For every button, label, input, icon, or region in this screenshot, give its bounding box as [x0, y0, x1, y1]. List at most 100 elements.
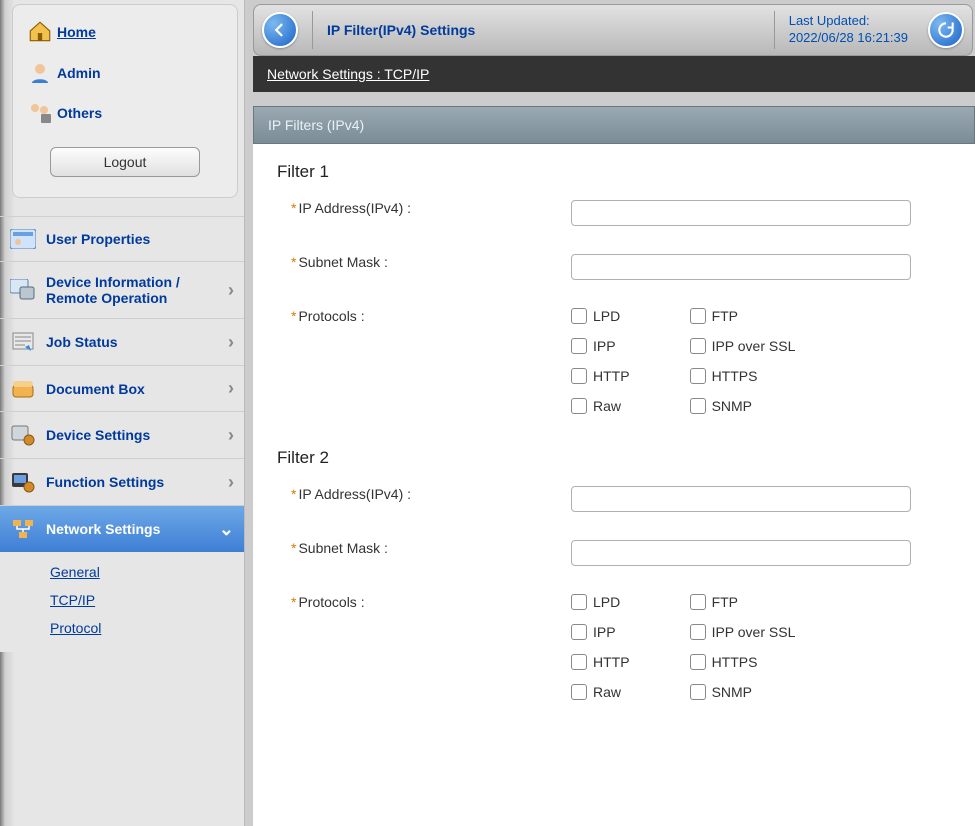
filter1-proto-snmp[interactable]: SNMP — [690, 398, 796, 414]
checkbox-icon — [571, 338, 587, 354]
function-gear-icon — [8, 471, 38, 493]
checkbox-icon — [571, 684, 587, 700]
document-box-icon — [8, 379, 38, 399]
checkbox-icon — [571, 368, 587, 384]
chevron-right-icon: › — [228, 378, 234, 399]
ip-label: *IP Address(IPv4) : — [291, 200, 571, 216]
filter-1-block: Filter 1 *IP Address(IPv4) : *Subnet Mas… — [277, 162, 951, 414]
last-updated-value: 2022/06/28 16:21:39 — [789, 30, 908, 45]
checkbox-icon — [690, 338, 706, 354]
device-gear-icon — [8, 424, 38, 446]
home-link[interactable]: Home — [57, 24, 96, 40]
nav-device-settings[interactable]: Device Settings › — [0, 411, 244, 458]
filter1-mask-input[interactable] — [571, 254, 911, 280]
home-icon — [23, 19, 57, 45]
filter2-proto-ipp[interactable]: IPP — [571, 624, 630, 640]
filter1-proto-ippssl[interactable]: IPP over SSL — [690, 338, 796, 354]
protocols-label: *Protocols : — [291, 594, 571, 610]
filter1-proto-https[interactable]: HTTPS — [690, 368, 796, 384]
nav-label: Document Box — [46, 381, 145, 397]
checkbox-icon — [690, 398, 706, 414]
filter2-proto-lpd[interactable]: LPD — [571, 594, 630, 610]
mask-label: *Subnet Mask : — [291, 254, 571, 270]
sidebar-others-row[interactable]: Others — [19, 93, 231, 133]
filter1-proto-lpd[interactable]: LPD — [571, 308, 630, 324]
nav-device-information[interactable]: Device Information / Remote Operation › — [0, 261, 244, 318]
main-area: IP Filter(IPv4) Settings Last Updated: 2… — [245, 0, 975, 826]
filter2-proto-snmp[interactable]: SNMP — [690, 684, 796, 700]
chevron-right-icon: › — [228, 280, 234, 301]
checkbox-icon — [690, 308, 706, 324]
sidebar: Home Admin Others Logout User Properties — [0, 0, 245, 826]
subnav-tcpip[interactable]: TCP/IP — [50, 586, 244, 614]
filter-1-title: Filter 1 — [277, 162, 951, 182]
checkbox-icon — [690, 594, 706, 610]
checkbox-icon — [690, 624, 706, 640]
refresh-button[interactable] — [928, 12, 964, 48]
filter2-proto-ftp[interactable]: FTP — [690, 594, 796, 610]
checkbox-icon — [571, 308, 587, 324]
filter2-proto-https[interactable]: HTTPS — [690, 654, 796, 670]
nav-label: User Properties — [46, 231, 150, 247]
breadcrumb-link[interactable]: Network Settings : TCP/IP — [267, 66, 429, 82]
chevron-down-icon: ⌄ — [219, 519, 234, 540]
logout-button[interactable]: Logout — [50, 147, 200, 177]
nav-function-settings[interactable]: Function Settings › — [0, 458, 244, 505]
panel-title: IP Filters (IPv4) — [253, 106, 975, 144]
checkbox-icon — [690, 654, 706, 670]
nav-label: Device Settings — [46, 427, 150, 443]
divider — [774, 11, 775, 49]
form-area: Filter 1 *IP Address(IPv4) : *Subnet Mas… — [253, 144, 975, 826]
filter1-ip-input[interactable] — [571, 200, 911, 226]
page-title: IP Filter(IPv4) Settings — [327, 22, 475, 38]
back-button[interactable] — [262, 12, 298, 48]
last-updated-label: Last Updated: — [789, 13, 870, 28]
sidebar-home-row[interactable]: Home — [19, 11, 231, 53]
device-info-icon — [8, 279, 38, 301]
protocols-label: *Protocols : — [291, 308, 571, 324]
subnav-protocol[interactable]: Protocol — [50, 614, 244, 642]
chevron-right-icon: › — [228, 425, 234, 446]
network-icon — [8, 518, 38, 540]
top-bar: IP Filter(IPv4) Settings Last Updated: 2… — [253, 4, 973, 56]
filter1-proto-http[interactable]: HTTP — [571, 368, 630, 384]
checkbox-icon — [571, 654, 587, 670]
nav-job-status[interactable]: Job Status › — [0, 318, 244, 365]
filter2-proto-ippssl[interactable]: IPP over SSL — [690, 624, 796, 640]
others-label: Others — [57, 105, 102, 121]
filter-2-block: Filter 2 *IP Address(IPv4) : *Subnet Mas… — [277, 448, 951, 700]
divider — [312, 11, 313, 49]
mask-label: *Subnet Mask : — [291, 540, 571, 556]
nav-user-properties[interactable]: User Properties — [0, 216, 244, 261]
checkbox-icon — [571, 594, 587, 610]
checkbox-icon — [690, 368, 706, 384]
filter2-mask-input[interactable] — [571, 540, 911, 566]
network-subnav: General TCP/IP Protocol — [0, 552, 244, 652]
filter2-proto-raw[interactable]: Raw — [571, 684, 630, 700]
filter1-proto-ftp[interactable]: FTP — [690, 308, 796, 324]
ip-label: *IP Address(IPv4) : — [291, 486, 571, 502]
nav-network-settings[interactable]: Network Settings ⌄ — [0, 505, 244, 552]
chevron-right-icon: › — [228, 332, 234, 353]
sidebar-nav: User Properties Device Information / Rem… — [0, 216, 244, 654]
nav-label: Job Status — [46, 334, 118, 350]
checkbox-icon — [571, 398, 587, 414]
filter2-proto-http[interactable]: HTTP — [571, 654, 630, 670]
nav-label: Function Settings — [46, 474, 164, 490]
job-status-icon — [8, 331, 38, 353]
nav-document-box[interactable]: Document Box › — [0, 365, 244, 411]
admin-label: Admin — [57, 65, 101, 81]
nav-label: Device Information / Remote Operation — [46, 274, 186, 306]
filter1-proto-raw[interactable]: Raw — [571, 398, 630, 414]
sidebar-admin-row[interactable]: Admin — [19, 53, 231, 93]
subnav-general[interactable]: General — [50, 558, 244, 586]
filter2-protocols: LPD IPP HTTP Raw FTP IPP over SSL HTTPS … — [571, 594, 795, 700]
users-others-icon — [23, 101, 57, 125]
chevron-right-icon: › — [228, 472, 234, 493]
card-icon — [8, 229, 38, 249]
filter2-ip-input[interactable] — [571, 486, 911, 512]
filter1-proto-ipp[interactable]: IPP — [571, 338, 630, 354]
checkbox-icon — [690, 684, 706, 700]
filter-2-title: Filter 2 — [277, 448, 951, 468]
user-admin-icon — [23, 61, 57, 85]
